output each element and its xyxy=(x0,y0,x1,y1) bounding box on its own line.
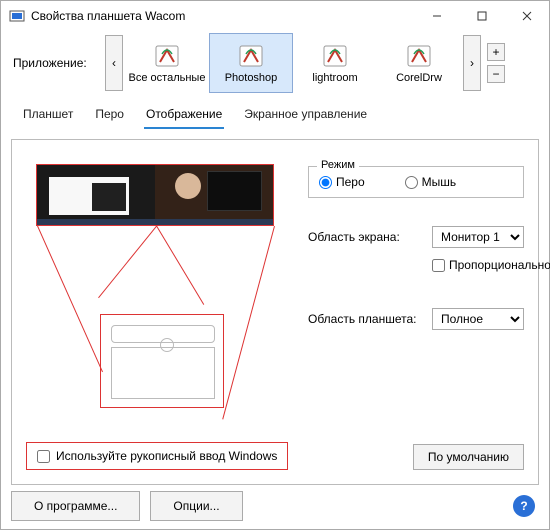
app-item-0[interactable]: Все остальные xyxy=(125,33,209,93)
app-scroll-right[interactable]: › xyxy=(463,35,481,91)
app-add-button[interactable]: + xyxy=(487,43,505,61)
mode-pen-radio[interactable]: Перо xyxy=(319,175,365,189)
app-item-3[interactable]: CorelDrw xyxy=(377,33,461,93)
screen-area-row: Область экрана: Монитор 1 xyxy=(308,226,524,248)
close-button[interactable] xyxy=(504,1,549,31)
settings-column: Режим Перо Мышь Область экрана: Монитор … xyxy=(308,162,524,330)
app-item-icon xyxy=(153,42,181,70)
titlebar: Свойства планшета Wacom xyxy=(1,1,549,31)
application-label: Приложение: xyxy=(13,56,103,70)
proportional-label: Пропорциональное xyxy=(449,258,550,272)
tablet-area-row: Область планшета: Полное xyxy=(308,308,524,330)
footer: О программе... Опции... ? xyxy=(1,491,549,531)
handwriting-label: Используйте рукописный ввод Windows xyxy=(56,449,277,463)
mode-mouse-input[interactable] xyxy=(405,176,418,189)
tablet-preview xyxy=(100,314,224,408)
app-item-icon xyxy=(321,42,349,70)
handwriting-row: Используйте рукописный ввод Windows xyxy=(26,442,288,470)
mode-pen-input[interactable] xyxy=(319,176,332,189)
application-list: Все остальные Photoshop lightroom CorelDrw xyxy=(125,33,461,93)
tab-3[interactable]: Экранное управление xyxy=(242,103,369,129)
app-item-label: Все остальные xyxy=(129,72,206,84)
handwriting-checkbox[interactable] xyxy=(37,450,50,463)
app-icon xyxy=(9,8,25,24)
proportional-checkbox[interactable] xyxy=(432,259,445,272)
app-item-label: Photoshop xyxy=(225,72,278,84)
options-button[interactable]: Опции... xyxy=(150,491,242,521)
tab-bar: Планшет Перо Отображение Экранное управлени… xyxy=(1,97,549,131)
screen-area-select[interactable]: Монитор 1 xyxy=(432,226,524,248)
tablet-area-label: Область планшета: xyxy=(308,312,426,326)
app-add-remove: + − xyxy=(487,43,505,83)
mode-mouse-radio[interactable]: Мышь xyxy=(405,175,457,189)
default-button[interactable]: По умолчанию xyxy=(413,444,524,470)
mode-fieldset: Режим Перо Мышь xyxy=(308,166,524,198)
help-button[interactable]: ? xyxy=(513,495,535,517)
app-item-label: CorelDrw xyxy=(396,72,442,84)
application-row: Приложение: ‹ Все остальные Photoshop ligh… xyxy=(1,31,549,97)
app-item-1[interactable]: Photoshop xyxy=(209,33,293,93)
proportional-row: Пропорциональное xyxy=(432,258,524,272)
app-remove-button[interactable]: − xyxy=(487,65,505,83)
app-item-icon xyxy=(237,42,265,70)
app-item-2[interactable]: lightroom xyxy=(293,33,377,93)
tab-0[interactable]: Планшет xyxy=(21,103,75,129)
tab-2[interactable]: Отображение xyxy=(144,103,224,129)
app-item-icon xyxy=(405,42,433,70)
window-title: Свойства планшета Wacom xyxy=(31,9,414,23)
app-scroll-left[interactable]: ‹ xyxy=(105,35,123,91)
screen-area-label: Область экрана: xyxy=(308,230,426,244)
mapping-graphic xyxy=(32,164,282,424)
screen-preview xyxy=(36,164,274,226)
app-item-label: lightroom xyxy=(312,72,357,84)
tab-1[interactable]: Перо xyxy=(93,103,126,129)
about-button[interactable]: О программе... xyxy=(11,491,140,521)
mapping-panel: Режим Перо Мышь Область экрана: Монитор … xyxy=(11,139,539,485)
window: Свойства планшета Wacom Приложение: ‹ Вс… xyxy=(0,0,550,530)
tablet-area-select[interactable]: Полное xyxy=(432,308,524,330)
mode-legend: Режим xyxy=(317,159,359,171)
minimize-button[interactable] xyxy=(414,1,459,31)
maximize-button[interactable] xyxy=(459,1,504,31)
